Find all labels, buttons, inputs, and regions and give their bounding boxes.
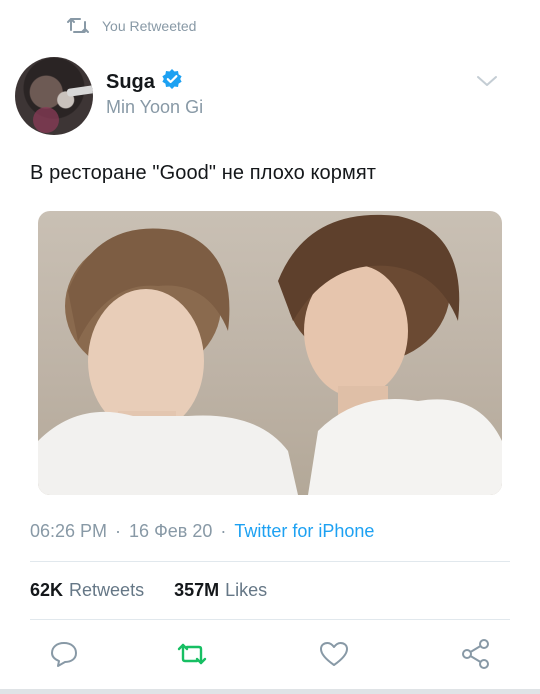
likes-label: Likes	[225, 580, 268, 600]
author-name: Suga	[106, 70, 155, 93]
share-icon[interactable]	[459, 637, 493, 671]
reply-icon[interactable]	[47, 637, 81, 671]
tweet-source-link[interactable]: Twitter for iPhone	[234, 521, 374, 542]
tweet-time: 06:26 PM	[30, 521, 108, 541]
chevron-down-icon[interactable]	[476, 74, 498, 93]
photo-illustration	[38, 214, 502, 495]
retweet-icon	[66, 16, 90, 36]
tweet-photo[interactable]	[38, 211, 502, 495]
likes-count: 357M	[174, 580, 220, 600]
retweet-context-label: You Retweeted	[102, 18, 197, 34]
meta-separator: ·	[115, 521, 122, 541]
display-name[interactable]: Suga	[106, 68, 183, 96]
tweet-action-bar	[0, 637, 540, 671]
tweet-stats: 62K Retweets 357M Likes	[30, 580, 267, 601]
tweet-meta: 06:26 PM · 16 Фев 20 · Twitter for iPhon…	[30, 521, 374, 542]
avatar-microphone	[66, 85, 93, 97]
bottom-edge	[0, 689, 540, 694]
verified-badge-icon	[161, 68, 183, 96]
avatar[interactable]	[15, 57, 93, 135]
tweet-date: 16 Фев 20	[129, 521, 213, 541]
divider	[30, 619, 510, 620]
heart-icon[interactable]	[317, 637, 351, 671]
retweet-context: You Retweeted	[66, 16, 196, 36]
tweet-text: В ресторане "Good" не плохо кормят	[30, 162, 377, 184]
retweets-stat[interactable]: 62K Retweets	[30, 580, 144, 601]
author-handle[interactable]: Min Yoon Gi	[106, 97, 203, 118]
avatar-detail	[33, 107, 59, 133]
retweets-count: 62K	[30, 580, 64, 600]
retweets-label: Retweets	[69, 580, 145, 600]
meta-separator: ·	[220, 521, 227, 541]
divider	[30, 561, 510, 562]
retweet-icon[interactable]	[175, 637, 209, 671]
likes-stat[interactable]: 357M Likes	[174, 580, 267, 601]
